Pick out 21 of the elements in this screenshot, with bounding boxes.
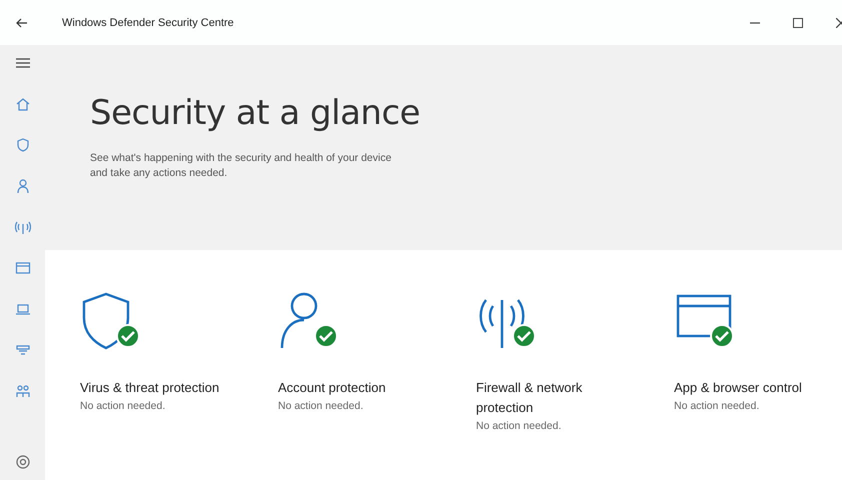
back-arrow-icon[interactable] — [16, 18, 28, 28]
window-title: Windows Defender Security Centre — [62, 16, 234, 28]
browser-window-icon[interactable] — [14, 260, 30, 276]
page-heading: Security at a glance — [90, 93, 422, 133]
antenna-icon[interactable] — [14, 219, 30, 235]
family-icon[interactable] — [14, 383, 30, 399]
maximize-icon[interactable] — [793, 18, 803, 28]
settings-icon[interactable] — [14, 454, 30, 470]
tile-status: No action needed. — [674, 400, 760, 412]
tile-status: No action needed. — [80, 400, 166, 412]
tile-status: No action needed. — [278, 400, 364, 412]
tile-title[interactable]: Firewall & network protection — [476, 378, 616, 418]
close-icon[interactable] — [836, 18, 842, 28]
shield-icon[interactable] — [14, 137, 30, 153]
tile-title[interactable]: Virus & threat protection — [80, 378, 220, 398]
tile-title[interactable]: Account protection — [278, 378, 386, 398]
tile-status: No action needed. — [476, 420, 562, 432]
tile-title[interactable]: App & browser control — [674, 378, 802, 398]
person-icon[interactable] — [14, 178, 30, 194]
home-icon[interactable] — [14, 96, 30, 112]
page-description: See what's happening with the security and health of your device and take any actions needed. — [90, 151, 392, 181]
